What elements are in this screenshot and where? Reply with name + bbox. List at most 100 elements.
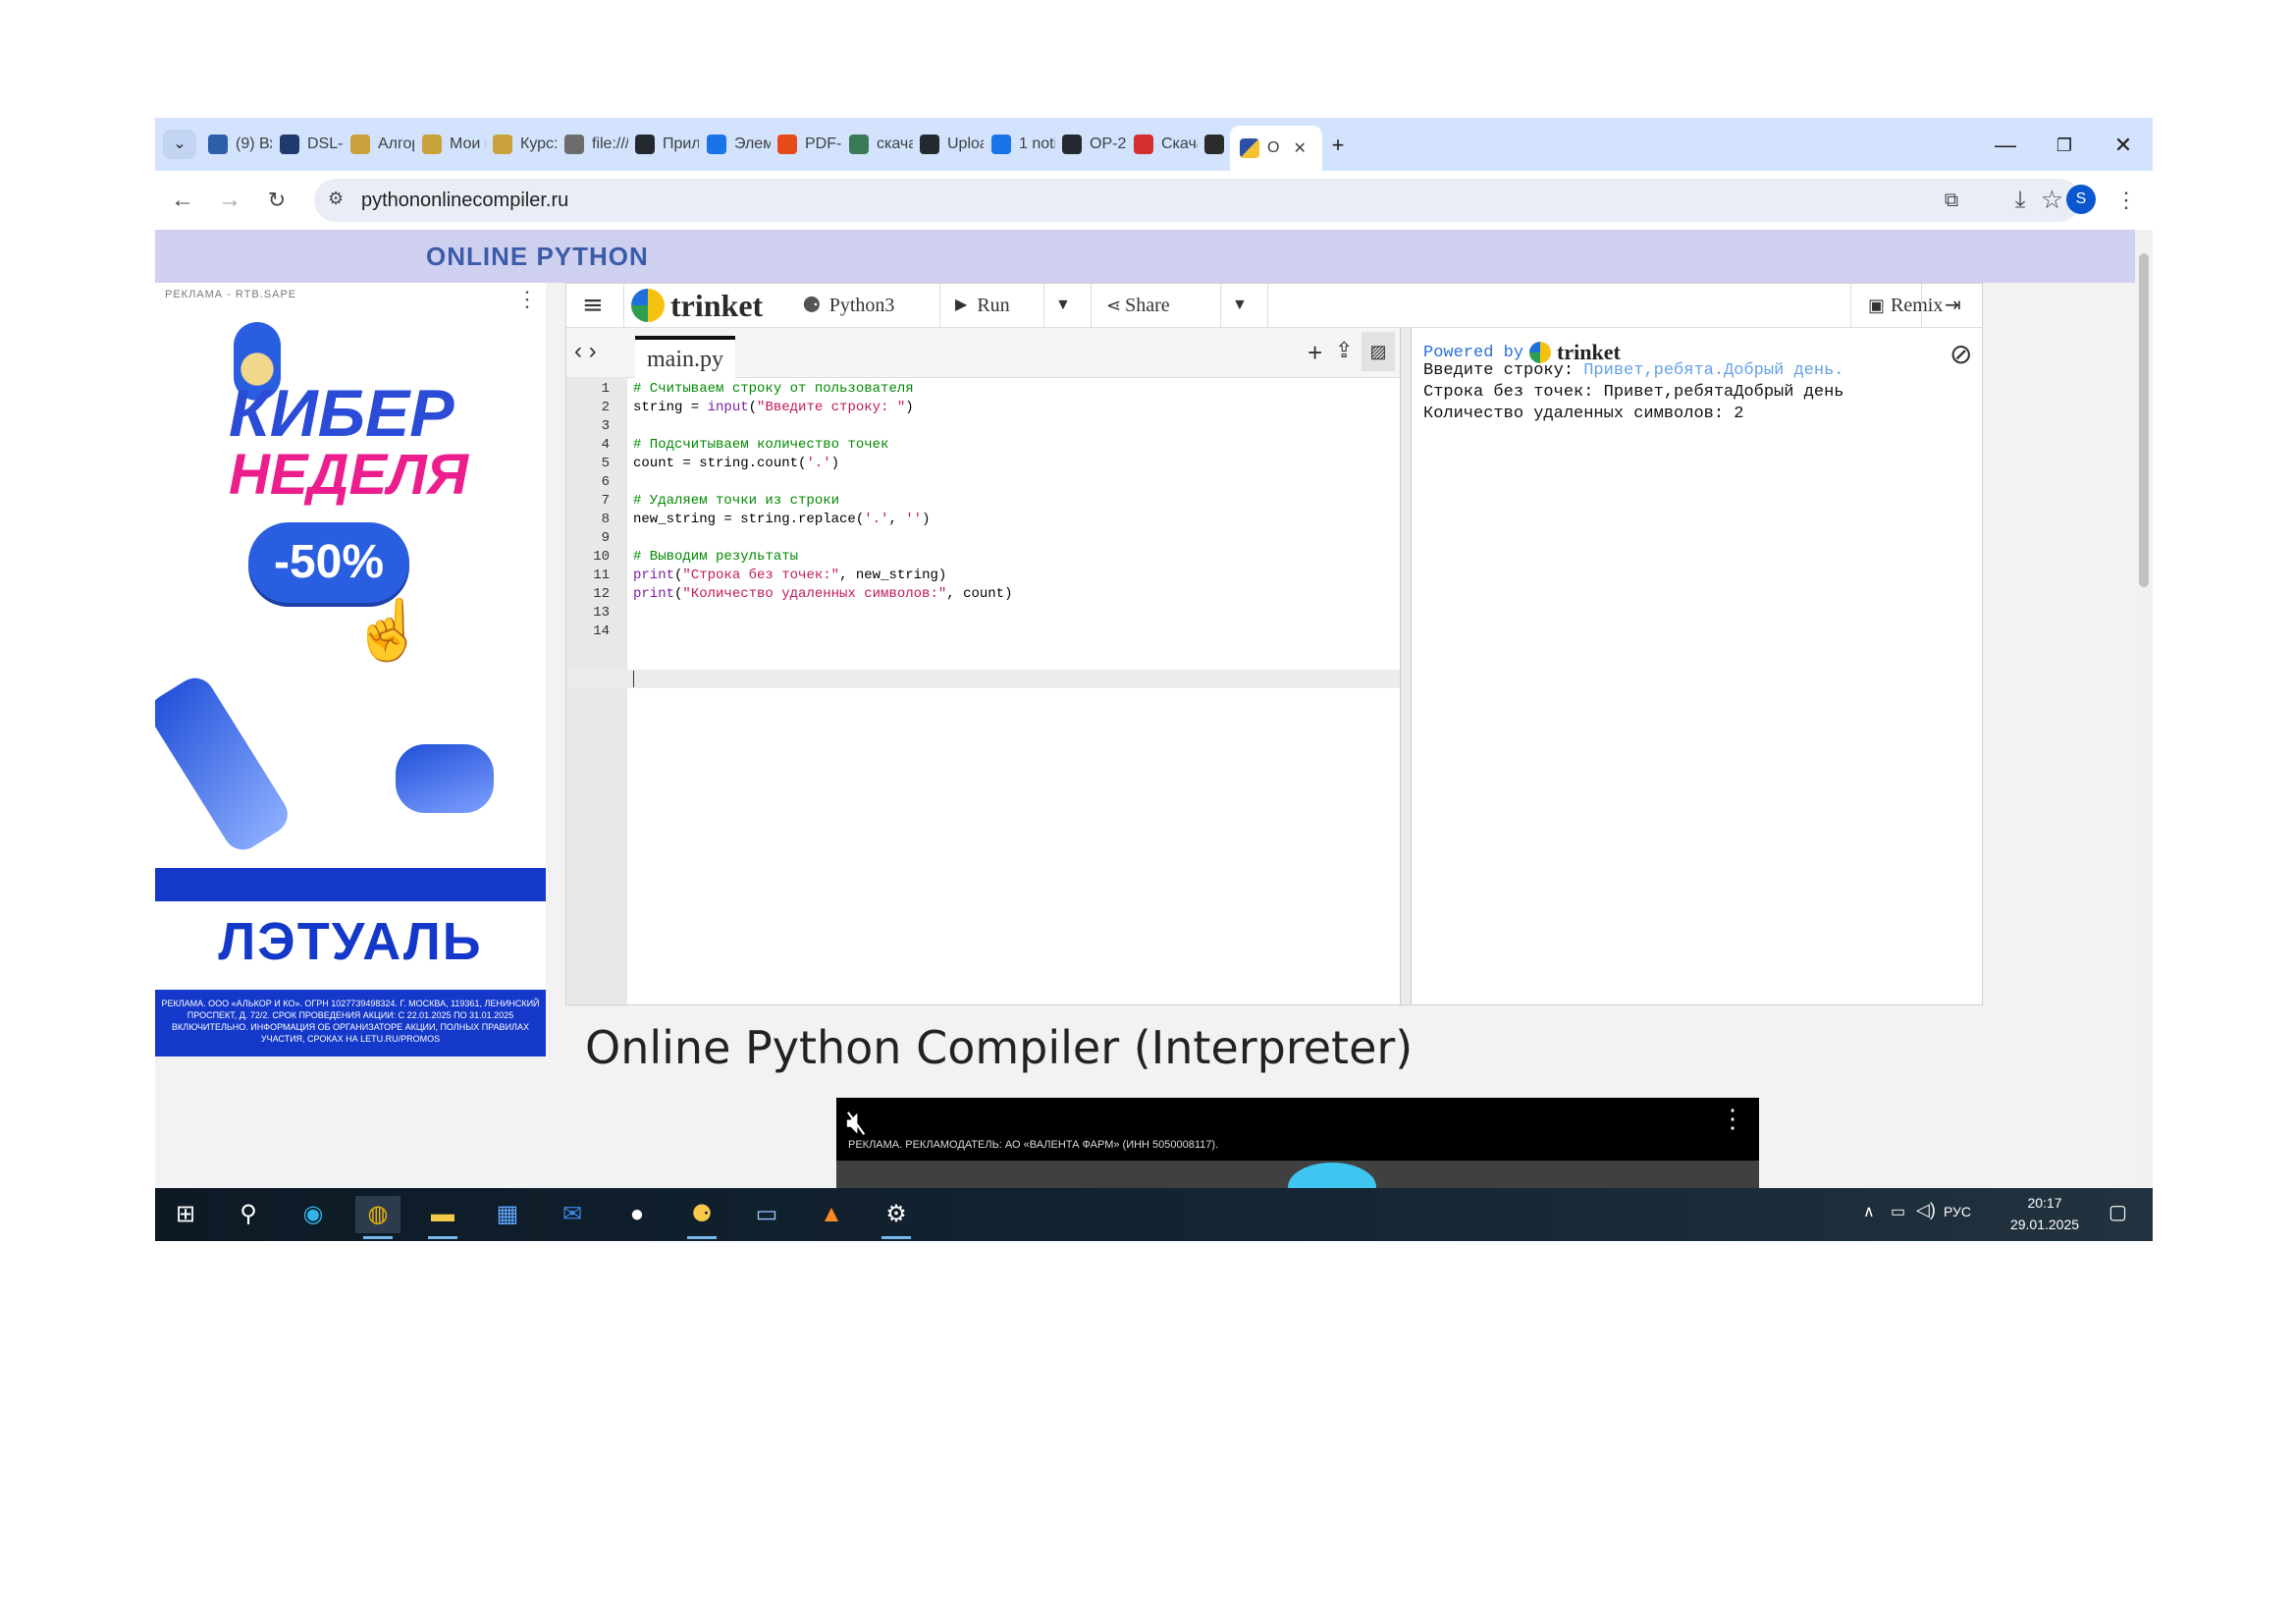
settings-gear-icon[interactable]: ⚙ (874, 1196, 919, 1239)
code-token: string = (633, 400, 708, 415)
sign-in-icon[interactable]: ⇥ (1945, 284, 1961, 327)
ad-perfume-image (396, 744, 494, 813)
menu-kebab-icon[interactable]: ⋮ (2107, 181, 2146, 220)
code-token: , (888, 512, 906, 527)
ad-menu-icon[interactable]: ⋮ (516, 287, 538, 312)
url-text[interactable]: pythononlinecompiler.ru (361, 189, 568, 212)
browser-tab[interactable]: 1 noti (991, 126, 1055, 163)
app-orange-icon[interactable]: ▲ (809, 1196, 854, 1233)
browser-tab[interactable]: Мои к (422, 126, 486, 163)
volume-icon[interactable]: ◁) (1916, 1200, 1936, 1220)
powered-by-label: Powered by (1423, 343, 1524, 362)
restore-button[interactable]: ❐ (2035, 126, 2094, 165)
ad-brand-logo: ЛЭТУАЛЬ (218, 912, 483, 971)
code-token: new_string = string.replace( (633, 512, 865, 527)
back-icon[interactable]: ← (163, 181, 202, 220)
ad-banner[interactable]: РЕКЛАМА - RTB.SAPE ⋮ КИБЕР НЕДЕЛЯ -50% ☝… (155, 283, 546, 1056)
tab-active[interactable]: О ✕ (1230, 126, 1322, 171)
search-icon[interactable]: ⚲ (226, 1196, 271, 1233)
minimize-button[interactable]: — (1976, 126, 2035, 165)
browser-tab[interactable]: OP-20 (1062, 126, 1126, 163)
browser-tab[interactable]: Скача (1134, 126, 1198, 163)
page-scrollbar[interactable] (2135, 230, 2153, 1188)
downloads-icon[interactable]: ⤓ (2001, 181, 2040, 220)
site-title[interactable]: ONLINE PYTHON (426, 242, 649, 272)
browser-tab[interactable]: Uploa (920, 126, 984, 163)
outlook-icon[interactable]: ✉ (550, 1196, 595, 1233)
browser-tab[interactable]: file:/// (564, 126, 628, 163)
input-language[interactable]: РУС (1944, 1204, 1971, 1219)
reload-icon[interactable]: ↻ (257, 181, 296, 220)
browser-tab[interactable]: (9) Вх (208, 126, 272, 163)
code-line[interactable]: # Удаляем точки из строки (633, 493, 839, 509)
windows-start-icon[interactable]: ⊞ (163, 1196, 208, 1233)
bookmark-star-icon[interactable]: ☆ (2041, 185, 2063, 215)
trinket-brand-text: trinket (670, 288, 764, 323)
microsoft-store-icon[interactable]: ▦ (485, 1196, 530, 1233)
scrollbar-thumb[interactable] (2139, 253, 2149, 587)
code-line[interactable]: string = input("Введите строку: ") (633, 400, 914, 415)
python-idle-icon[interactable]: ⚈ (679, 1196, 724, 1239)
output-line-3: Количество удаленных символов: 2 (1423, 405, 1744, 423)
share-options-dropdown-icon[interactable]: ▼ (1232, 284, 1248, 327)
chrome-icon[interactable]: ◍ (355, 1196, 400, 1239)
clear-output-icon[interactable]: ⊘ (1949, 338, 1972, 370)
browser-toolbar: ← → ↻ ⚙ pythononlinecompiler.ru ☆ ⧉ ⤓ S … (155, 171, 2153, 230)
collapse-expand-icon[interactable]: ‹ › (574, 338, 597, 365)
notifications-icon[interactable]: ▢ (2109, 1200, 2127, 1224)
hamburger-menu-icon[interactable]: ≡ (582, 284, 604, 327)
output-console[interactable]: Powered by trinket ⊘ Введите строку: При… (1412, 328, 1982, 1004)
code-line[interactable]: # Выводим результаты (633, 549, 798, 565)
new-tab-button[interactable]: + (1318, 126, 1358, 165)
trinket-logo[interactable]: trinket (631, 284, 763, 327)
remix-button[interactable]: ▣ Remix (1868, 284, 1943, 327)
tab-close-icon[interactable]: ✕ (1293, 138, 1306, 158)
browser-tab[interactable]: скача (849, 126, 913, 163)
ad-legal-text: РЕКЛАМА. ООО «АЛЬКОР И КО». ОГРН 1027739… (155, 990, 546, 1056)
tab-label: (9) Вх (236, 135, 272, 152)
profile-avatar[interactable]: S (2066, 185, 2096, 214)
pane-divider[interactable] (1401, 328, 1412, 1004)
share-button[interactable]: ⋖ Share (1106, 284, 1170, 327)
tab-search-button[interactable]: ⌄ (163, 130, 196, 159)
upload-icon[interactable]: ⇪ (1335, 338, 1353, 363)
browser-tab[interactable]: DSL-2 (280, 126, 344, 163)
code-line[interactable]: print("Строка без точек:", new_string) (633, 568, 946, 583)
browser-tab[interactable]: Элем (707, 126, 771, 163)
tray-chevron-icon[interactable]: ∧ (1863, 1202, 1875, 1221)
video-menu-icon[interactable]: ⋮ (1720, 1104, 1745, 1134)
file-explorer-icon[interactable]: ▬ (420, 1196, 465, 1239)
run-options-dropdown-icon[interactable]: ▼ (1055, 284, 1071, 327)
close-window-button[interactable]: ✕ (2094, 126, 2153, 165)
output-line-2: Строка без точек: Привет,ребятаДобрый де… (1423, 383, 1844, 402)
ad-discount-badge: -50% (248, 522, 409, 603)
play-icon: ▶ (955, 297, 968, 313)
edge-icon[interactable]: ◉ (291, 1196, 336, 1233)
github-desktop-icon[interactable]: ● (614, 1196, 660, 1233)
network-icon[interactable]: ▭ (1891, 1202, 1905, 1221)
run-button[interactable]: ▶ Run (955, 284, 1010, 327)
code-line[interactable]: # Подсчитываем количество точек (633, 437, 888, 453)
file-tab-main[interactable]: main.py (635, 336, 735, 381)
code-area[interactable]: # Считываем строку от пользователя string… (566, 377, 1400, 1004)
browser-tab[interactable]: Курс: (493, 126, 557, 163)
code-line[interactable]: print("Количество удаленных символов:", … (633, 586, 1012, 602)
image-library-icon[interactable]: ▨ (1362, 332, 1395, 371)
code-line[interactable]: count = string.count('.') (633, 456, 839, 471)
clock[interactable]: 20:17 29.01.2025 (2001, 1192, 2089, 1235)
forward-icon[interactable]: → (210, 181, 249, 220)
browser-tab[interactable]: Прил (635, 126, 699, 163)
add-file-icon[interactable]: + (1308, 338, 1322, 368)
browser-tab[interactable]: PDF-к (777, 126, 841, 163)
extensions-icon[interactable]: ⧉ (1932, 181, 1971, 220)
browser-tab[interactable]: Алгор (350, 126, 414, 163)
code-token: '.' (806, 456, 831, 471)
code-line[interactable]: new_string = string.replace('.', '') (633, 512, 931, 527)
video-ad[interactable]: 🔇︎ РЕКЛАМА. РЕКЛАМОДАТЕЛЬ: АО «ВАЛЕНТА Ф… (836, 1098, 1759, 1188)
site-settings-icon[interactable]: ⚙ (328, 189, 344, 209)
remote-desktop-icon[interactable]: ▭ (744, 1196, 789, 1233)
address-bar[interactable]: ⚙ pythononlinecompiler.ru ☆ (314, 179, 2081, 222)
code-editor[interactable]: ‹ › main.py + ⇪ ▨ 1 2 3 4 5 6 7 8 9 10 11 12 13 14 # … (566, 328, 1401, 1004)
code-line[interactable]: # Считываем строку от пользователя (633, 381, 914, 397)
muted-speaker-icon[interactable]: 🔇︎ (846, 1104, 867, 1142)
